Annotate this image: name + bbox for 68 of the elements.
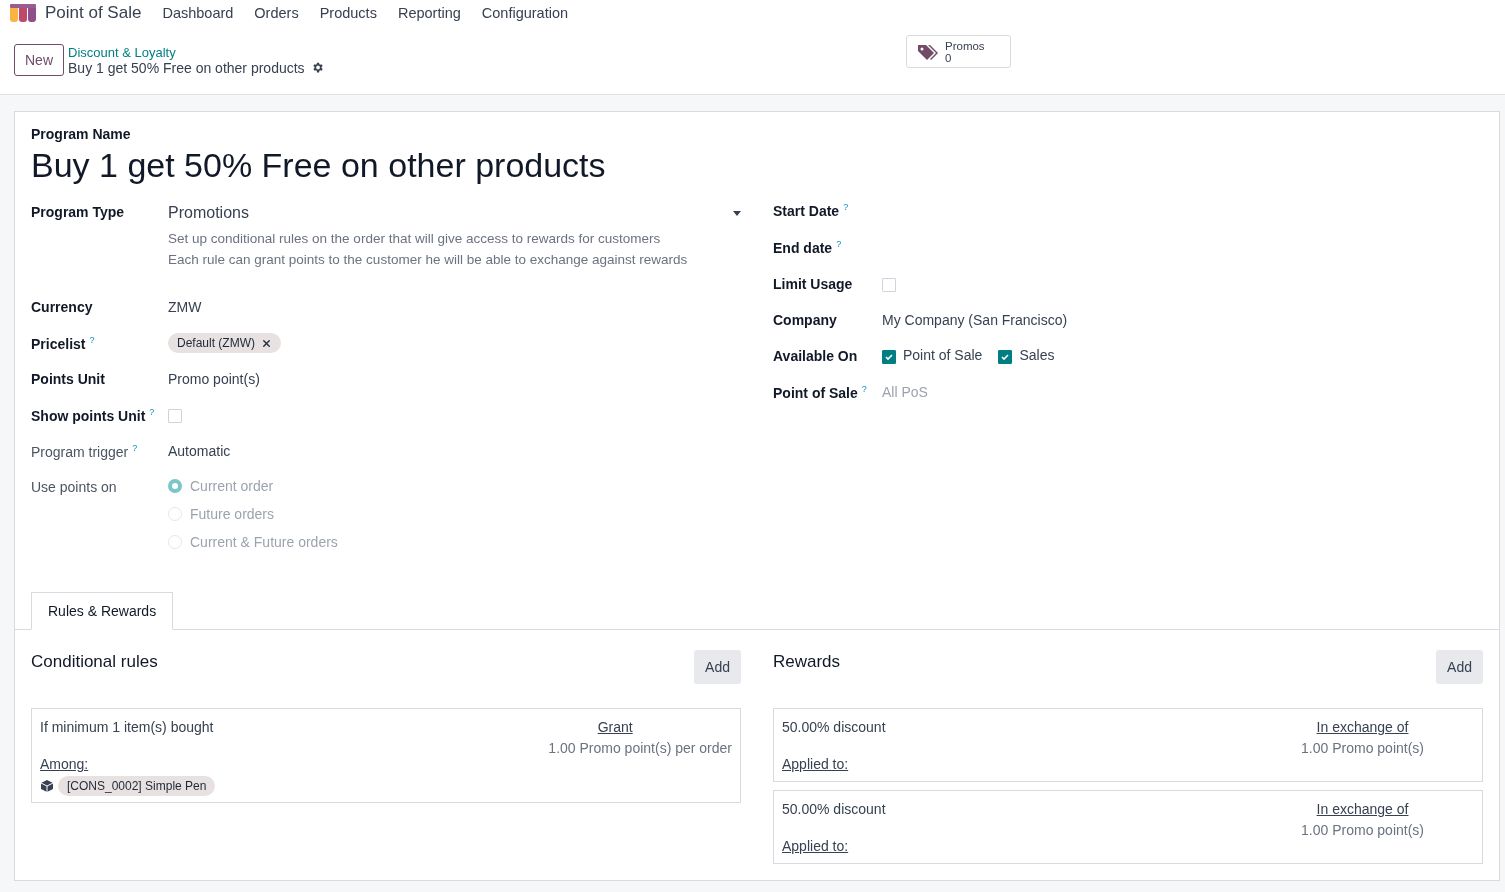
checkbox[interactable] — [882, 350, 896, 364]
field-label: Show points Unit $^{?}$ — [31, 406, 156, 424]
field-label: Program Name — [31, 126, 132, 142]
menu-item[interactable]: Orders — [254, 5, 299, 21]
field-label: End date $^{?}$ — [773, 238, 843, 256]
pricelist-tag[interactable]: Default (ZMW) — [168, 333, 281, 353]
app-logo-icon — [10, 4, 36, 22]
radio-button[interactable] — [168, 479, 182, 493]
record-name: Buy 1 get 50% Free on other products — [68, 59, 305, 76]
caret-icon — [733, 210, 741, 216]
applied-to-link[interactable]: Applied to: — [782, 836, 886, 857]
field-label: Available On — [773, 347, 859, 364]
field-label: Point of Sale $^{?}$ — [773, 383, 868, 401]
field-value: Automatic — [168, 442, 231, 459]
program-type-select[interactable]: Promotions — [168, 201, 741, 222]
rule-card[interactable]: If minimum 1 item(s) bought Among: [CONS_0002] Simple Pen Grant 1.00 Promo point(s) per order — [31, 708, 741, 803]
program-description: Set up conditional rules on the order that will give access to rewards for customers Each rule can grant points to the customer he will be able to exchange against rewards — [168, 230, 689, 269]
program-name-field[interactable]: Buy 1 get 50% Free on other products — [31, 146, 1483, 185]
exchange-link[interactable]: In exchange of — [1316, 799, 1409, 820]
check-label: Sales — [1019, 346, 1055, 363]
check-label: Point of Sale — [903, 346, 983, 363]
field-label: Program trigger $^{?}$ — [31, 442, 139, 460]
field-value: Promo point(s) — [168, 370, 260, 387]
reward-discount: 50.00% discount — [782, 718, 886, 737]
field-label: Currency — [31, 298, 94, 315]
reward-card[interactable]: 50.00% discount Applied to: In exchange of 1.00 Promo point(s) — [773, 790, 1483, 864]
menu-item[interactable]: Reporting — [397, 5, 461, 21]
add-button[interactable]: Add — [1436, 650, 1483, 684]
tags-icon — [917, 42, 939, 61]
field-value: ZMW — [168, 298, 202, 315]
field-label: Use points on — [31, 478, 118, 495]
field-label: Points Unit — [31, 370, 106, 387]
cube-icon — [40, 778, 54, 793]
grant-link[interactable]: Grant — [597, 717, 633, 738]
field-label: Start Date $^{?}$ — [773, 201, 850, 219]
radio-label: Future orders — [190, 506, 275, 522]
app-name[interactable]: Point of Sale — [45, 3, 142, 23]
check-icon — [1000, 352, 1011, 362]
menu-item[interactable]: Dashboard — [162, 5, 234, 21]
section-title: Rewards — [773, 651, 841, 672]
add-button[interactable]: Add — [694, 650, 741, 684]
among-link[interactable]: Among: — [40, 754, 216, 775]
product-tag: [CONS_0002] Simple Pen — [58, 776, 216, 796]
menu-item[interactable]: Products — [319, 5, 377, 21]
radio-label: Current order — [190, 478, 274, 494]
exchange-value: 1.00 Promo point(s) — [1301, 821, 1424, 840]
grant-value: 1.00 Promo point(s) per order — [548, 739, 732, 758]
check-icon — [884, 352, 894, 362]
exchange-link[interactable]: In exchange of — [1316, 717, 1409, 738]
radio-label: Current & Future orders — [190, 534, 338, 550]
applied-to-link[interactable]: Applied to: — [782, 754, 886, 775]
reward-card[interactable]: 50.00% discount Applied to: In exchange of 1.00 Promo point(s) — [773, 708, 1483, 782]
field-label: Limit Usage — [773, 275, 854, 292]
exchange-value: 1.00 Promo point(s) — [1301, 739, 1424, 758]
promos-button[interactable]: Promos 0 — [906, 35, 1011, 68]
checkbox[interactable] — [998, 350, 1013, 364]
breadcrumb-link[interactable]: Discount & Loyalty — [68, 44, 324, 60]
section-title: Conditional rules — [31, 651, 158, 672]
remove-icon[interactable] — [261, 337, 272, 349]
reward-discount: 50.00% discount — [782, 800, 886, 819]
new-button[interactable]: New — [14, 44, 64, 76]
field-label: Company — [773, 311, 838, 328]
tab[interactable]: Rules & Rewards — [31, 592, 174, 630]
menu-item[interactable]: Configuration — [481, 5, 569, 21]
field-label: Pricelist $^{?}$ — [31, 334, 96, 352]
rule-condition: If minimum 1 item(s) bought — [40, 718, 215, 737]
field-label: Program Type — [31, 203, 126, 220]
field-value: My Company (San Francisco) — [882, 311, 1068, 328]
